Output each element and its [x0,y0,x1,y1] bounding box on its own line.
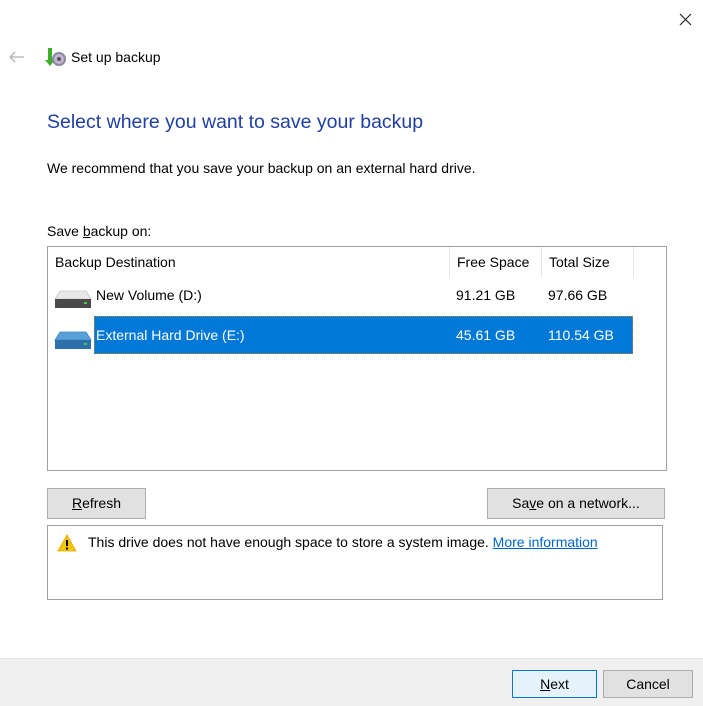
warning-icon [57,534,77,552]
recommendation-text: We recommend that you save your backup o… [47,160,476,176]
destination-name: External Hard Drive (E:) [96,327,245,343]
backup-icon [44,46,68,68]
list-row-new-volume[interactable]: New Volume (D:) 91.21 GB 97.66 GB [48,276,633,314]
backup-destination-list[interactable]: Backup Destination Free Space Total Size… [47,246,667,471]
list-row-external-drive[interactable]: External Hard Drive (E:) 45.61 GB 110.54… [48,316,633,354]
back-button[interactable] [8,48,26,66]
free-space: 45.61 GB [456,327,516,343]
more-information-link[interactable]: More information [493,534,598,550]
info-panel: This drive does not have enough space to… [47,525,663,600]
save-backup-on-label: Save backup on: [47,223,152,239]
free-space: 91.21 GB [456,287,516,303]
internal-drive-icon [54,290,92,308]
total-size: 110.54 GB [548,327,614,343]
column-header-free-space[interactable]: Free Space [450,247,542,277]
destination-name: New Volume (D:) [96,287,202,303]
column-header-total-size[interactable]: Total Size [542,247,634,277]
refresh-button[interactable]: Refresh [47,488,146,519]
page-heading: Select where you want to save your backu… [47,111,424,133]
footer-bar: Next Cancel [0,658,703,706]
external-drive-icon [54,331,92,349]
total-size: 97.66 GB [548,287,608,303]
cancel-button[interactable]: Cancel [603,670,693,698]
close-button[interactable] [676,10,696,30]
next-button[interactable]: Next [512,670,597,698]
column-header-destination[interactable]: Backup Destination [48,247,450,277]
warning-message: This drive does not have enough space to… [88,534,598,550]
save-on-network-button[interactable]: Save on a network... [487,488,665,519]
close-icon [679,13,692,26]
window-title: Set up backup [71,49,161,65]
back-arrow-icon [9,51,24,63]
